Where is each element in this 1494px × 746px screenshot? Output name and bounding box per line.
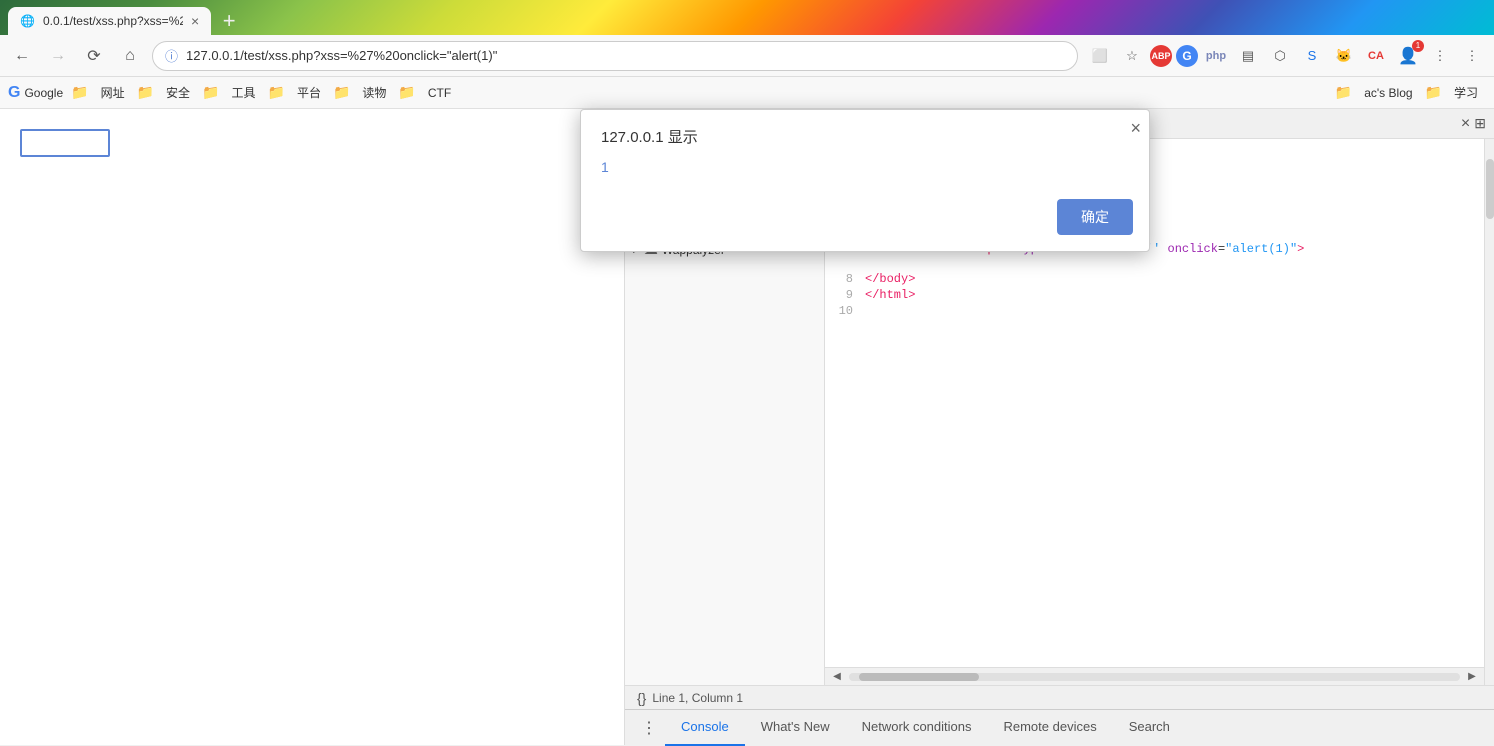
horizontal-scrollbar: ◀ ▶ [825, 667, 1484, 685]
scroll-right-button[interactable]: ▶ [1464, 669, 1480, 685]
bookmark-security[interactable]: 安全 [158, 82, 198, 103]
url-display: 127.0.0.1/test/xss.php?xss=%27%20onclick… [186, 48, 497, 63]
status-position: Line 1, Column 1 [652, 691, 743, 705]
menu-button[interactable]: ⋮ [1458, 42, 1486, 70]
scroll-left-button[interactable]: ◀ [829, 669, 845, 685]
alert-title: 127.0.0.1 显示 [581, 110, 1149, 155]
bottom-tab-menu-button[interactable]: ⋮ [633, 718, 665, 738]
bottom-tab-remote-devices[interactable]: Remote devices [987, 710, 1112, 746]
bookmark-folder-icon-8: 📁 [1425, 84, 1442, 101]
bookmark-folder-icon-1: 📁 [71, 84, 88, 101]
home-button[interactable]: ⌂ [116, 42, 144, 70]
bookmarks-bar: G Google 📁 网址 📁 安全 📁 工具 📁 平台 📁 读物 📁 CTF … [0, 77, 1494, 109]
bookmark-folder-icon-4: 📁 [268, 84, 285, 101]
bottom-tab-whats-new[interactable]: What's New [745, 710, 846, 746]
ext-ca-icon[interactable]: CA [1362, 42, 1390, 70]
bookmark-reading[interactable]: 读物 [354, 82, 394, 103]
bookmark-platform[interactable]: 平台 [289, 82, 329, 103]
bookmark-button[interactable]: ☆ [1118, 42, 1146, 70]
xss-input-field[interactable] [20, 129, 110, 157]
bookmark-tools[interactable]: 工具 [224, 82, 264, 103]
ext-avatar-icon[interactable]: 👤 1 [1394, 42, 1422, 70]
forward-button[interactable]: → [44, 42, 72, 70]
tab-title: 0.0.1/test/xss.php?xss=%2 [43, 14, 183, 28]
alert-close-button[interactable]: × [1130, 118, 1141, 139]
devtools-status-bar: {} Line 1, Column 1 [625, 685, 1494, 709]
nav-right-icons: ⬜ ☆ ABP G php ▤ ⬡ S 🐱 CA 👤 1 ⋮ ⋮ [1086, 42, 1486, 70]
bookmark-folder-icon-7: 📁 [1335, 84, 1352, 101]
ext-g-icon[interactable]: G [1176, 45, 1198, 67]
back-button[interactable]: ← [8, 42, 36, 70]
bottom-tab-console[interactable]: Console [665, 710, 745, 746]
bookmark-google[interactable]: Google [24, 86, 63, 100]
bottom-tab-network-conditions[interactable]: Network conditions [846, 710, 988, 746]
ext-reader-icon[interactable]: ▤ [1234, 42, 1262, 70]
status-braces-icon: {} [637, 690, 646, 706]
bookmark-folder-icon-3: 📁 [202, 84, 219, 101]
ext-puzzle-icon[interactable]: ⬡ [1266, 42, 1294, 70]
new-tab-button[interactable]: + [215, 7, 243, 35]
bookmark-blog[interactable]: ac's Blog [1356, 84, 1420, 102]
address-bar-container[interactable]: ⓘ 127.0.0.1/test/xss.php?xss=%27%20oncli… [152, 41, 1078, 71]
bookmark-folder-icon-2: 📁 [137, 84, 154, 101]
bookmark-folder-icon-5: 📁 [333, 84, 350, 101]
security-icon: ⓘ [165, 46, 178, 65]
alert-ok-button[interactable]: 确定 [1057, 199, 1133, 235]
scroll-track[interactable] [849, 673, 1460, 681]
alert-footer: 确定 [581, 191, 1149, 251]
scroll-thumb [859, 673, 979, 681]
webpage-content [0, 109, 624, 745]
tab-favicon: 🌐 [20, 14, 35, 28]
code-line-8: 8 </body> [825, 271, 1484, 287]
code-line-10: 10 [825, 303, 1484, 319]
ext-more-icon[interactable]: ⋮ [1426, 42, 1454, 70]
devtools-bottom-tabs: ⋮ Console What's New Network conditions … [625, 709, 1494, 745]
alert-value: 1 [581, 155, 1149, 191]
browser-chrome: 🌐 0.0.1/test/xss.php?xss=%2 × + [0, 0, 1494, 35]
tab-close-button[interactable]: × [191, 13, 199, 29]
bottom-tab-search[interactable]: Search [1113, 710, 1186, 746]
bookmark-folder-icon-6: 📁 [398, 84, 415, 101]
devtools-expand-button[interactable]: ⊞ [1474, 115, 1486, 132]
google-favicon[interactable]: G [8, 84, 20, 102]
ext-bear-icon[interactable]: 🐱 [1330, 42, 1358, 70]
bookmark-ctf[interactable]: CTF [420, 84, 459, 102]
bookmark-websites[interactable]: 网址 [93, 82, 133, 103]
bookmark-study[interactable]: 学习 [1446, 82, 1486, 103]
navigation-bar: ← → ⟳ ⌂ ⓘ 127.0.0.1/test/xss.php?xss=%27… [0, 35, 1494, 77]
cast-button[interactable]: ⬜ [1086, 42, 1114, 70]
code-line-9: 9 </html> [825, 287, 1484, 303]
abp-icon[interactable]: ABP [1150, 45, 1172, 67]
scrollbar-thumb [1486, 159, 1494, 219]
browser-tab[interactable]: 🌐 0.0.1/test/xss.php?xss=%2 × [8, 7, 211, 35]
reload-button[interactable]: ⟳ [80, 42, 108, 70]
vertical-scrollbar[interactable] [1484, 139, 1494, 685]
ext-php-icon[interactable]: php [1202, 42, 1230, 70]
tab-bar: 🌐 0.0.1/test/xss.php?xss=%2 × + [8, 0, 243, 35]
alert-dialog: × 127.0.0.1 显示 1 确定 [580, 109, 1150, 252]
main-content-area: × 127.0.0.1 显示 1 确定 Performance Memory A… [0, 109, 1494, 745]
devtools-close-button[interactable]: × [1461, 115, 1470, 133]
ext-shield-icon[interactable]: S [1298, 42, 1326, 70]
